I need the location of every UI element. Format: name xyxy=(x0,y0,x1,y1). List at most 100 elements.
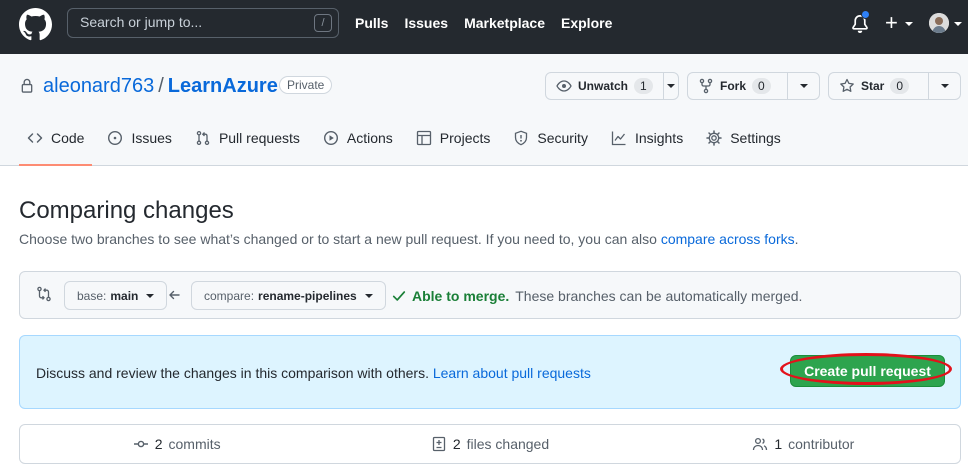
unwatch-label: Unwatch xyxy=(578,79,629,93)
tab-label: Code xyxy=(51,129,85,146)
repo-tabs: Code Issues Pull requests Actions Projec… xyxy=(19,121,796,166)
create-new-caret-icon[interactable] xyxy=(905,22,913,26)
commits-count: 2 xyxy=(154,436,163,452)
check-icon xyxy=(392,291,406,301)
file-diff-icon xyxy=(432,436,445,452)
visibility-badge: Private xyxy=(279,76,333,94)
star-label: Star xyxy=(861,79,885,93)
nav-marketplace[interactable]: Marketplace xyxy=(464,15,545,31)
compare-branch-select[interactable]: compare: rename-pipelines xyxy=(191,281,386,310)
repo-breadcrumb: aleonard763/LearnAzure xyxy=(43,75,278,98)
commits-summary[interactable]: 2 commits xyxy=(20,425,333,463)
tab-security[interactable]: Security xyxy=(505,121,596,166)
git-commit-icon xyxy=(133,440,148,448)
files-count: 2 xyxy=(452,436,461,452)
base-branch-select[interactable]: base: main xyxy=(64,281,168,310)
merge-status-detail: These branches can be automatically merg… xyxy=(515,288,803,304)
shield-icon xyxy=(515,130,528,145)
base-key: base: xyxy=(77,288,107,303)
fork-label: Fork xyxy=(720,79,747,93)
tab-code[interactable]: Code xyxy=(19,121,93,166)
tab-label: Actions xyxy=(346,129,393,146)
code-icon xyxy=(27,132,43,143)
chevron-down-icon xyxy=(940,84,949,88)
star-count: 0 xyxy=(890,78,910,94)
github-logo-icon[interactable] xyxy=(19,8,52,41)
chevron-down-icon xyxy=(666,84,675,88)
repo-forked-icon xyxy=(699,78,713,94)
merge-status-label: Able to merge. xyxy=(412,288,510,304)
tab-pull-requests[interactable]: Pull requests xyxy=(187,121,308,166)
star-icon xyxy=(840,78,854,92)
issue-opened-icon xyxy=(108,130,123,145)
learn-about-pull-requests-link[interactable]: Learn about pull requests xyxy=(433,365,591,381)
fork-dropdown[interactable] xyxy=(788,73,819,99)
fork-button[interactable]: Fork 0 xyxy=(688,73,789,99)
base-value: main xyxy=(110,288,139,303)
watch-dropdown[interactable] xyxy=(664,73,678,99)
merge-status: Able to merge. These branches can be aut… xyxy=(392,288,802,304)
search-placeholder: Search or jump to... xyxy=(80,14,203,30)
repo-owner-link[interactable]: aleonard763 xyxy=(43,75,154,97)
compare-value: rename-pipelines xyxy=(258,288,357,303)
page-title: Comparing changes xyxy=(19,197,234,224)
description-end: . xyxy=(794,231,799,247)
table-icon xyxy=(416,130,431,145)
lock-icon xyxy=(21,78,33,93)
fork-count: 0 xyxy=(752,78,771,94)
gear-icon xyxy=(706,129,722,146)
global-nav: Pulls Issues Marketplace Explore xyxy=(355,15,612,31)
files-changed-summary[interactable]: 2 files changed xyxy=(333,425,646,463)
nav-explore[interactable]: Explore xyxy=(561,15,612,31)
contributors-label: contributor xyxy=(788,436,855,452)
search-input[interactable]: Search or jump to... / xyxy=(67,8,339,38)
arrow-left-icon xyxy=(169,290,180,300)
page-description: Choose two branches to see what’s change… xyxy=(19,231,799,247)
banner-text: Discuss and review the changes in this c… xyxy=(36,365,591,381)
tab-actions[interactable]: Actions xyxy=(315,121,401,166)
tab-projects[interactable]: Projects xyxy=(408,121,499,166)
contributors-summary[interactable]: 1 contributor xyxy=(647,425,960,463)
play-icon xyxy=(323,130,338,145)
fork-button-group: Fork 0 xyxy=(687,72,820,100)
tab-label: Pull requests xyxy=(218,129,300,146)
contributors-count: 1 xyxy=(774,436,783,452)
files-label: files changed xyxy=(466,436,550,452)
unread-notification-indicator xyxy=(861,10,870,19)
watch-count: 1 xyxy=(634,78,653,94)
commits-label: commits xyxy=(168,436,221,452)
tab-label: Projects xyxy=(439,129,491,146)
chevron-down-icon xyxy=(799,84,808,88)
star-button[interactable]: Star 0 xyxy=(829,73,930,99)
nav-pulls[interactable]: Pulls xyxy=(355,15,388,31)
watch-button-group: Unwatch 1 xyxy=(545,72,679,100)
description-text: Choose two branches to see what’s change… xyxy=(19,231,661,247)
tab-label: Issues xyxy=(131,129,172,146)
tab-issues[interactable]: Issues xyxy=(99,121,179,166)
git-compare-icon xyxy=(37,286,51,302)
user-avatar[interactable] xyxy=(929,13,949,33)
banner-message: Discuss and review the changes in this c… xyxy=(36,365,433,381)
create-pull-request-button[interactable]: Create pull request xyxy=(790,355,945,387)
compare-key: compare: xyxy=(204,288,255,303)
tab-label: Security xyxy=(537,129,588,146)
search-shortcut-hint: / xyxy=(314,14,332,32)
nav-issues[interactable]: Issues xyxy=(404,15,448,31)
tab-label: Insights xyxy=(634,129,684,146)
create-pr-banner: Discuss and review the changes in this c… xyxy=(19,335,961,409)
user-menu-caret-icon[interactable] xyxy=(954,22,962,26)
star-button-group: Star 0 xyxy=(828,72,961,100)
git-pull-request-icon xyxy=(196,130,210,145)
global-header: Search or jump to... / Pulls Issues Mark… xyxy=(0,0,968,54)
tab-settings[interactable]: Settings xyxy=(698,121,789,166)
star-dropdown[interactable] xyxy=(929,73,960,99)
repo-name-link[interactable]: LearnAzure xyxy=(168,75,278,97)
compare-range-editor: base: main compare: rename-pipelines Abl… xyxy=(19,271,961,319)
create-new-icon[interactable]: + xyxy=(885,11,898,35)
eye-icon xyxy=(556,80,572,92)
compare-across-forks-link[interactable]: compare across forks xyxy=(661,231,795,247)
unwatch-button[interactable]: Unwatch 1 xyxy=(546,73,664,99)
tab-label: Settings xyxy=(730,129,781,146)
tab-insights[interactable]: Insights xyxy=(603,121,691,166)
comparison-summary: 2 commits 2 files changed 1 contributor xyxy=(19,424,961,464)
